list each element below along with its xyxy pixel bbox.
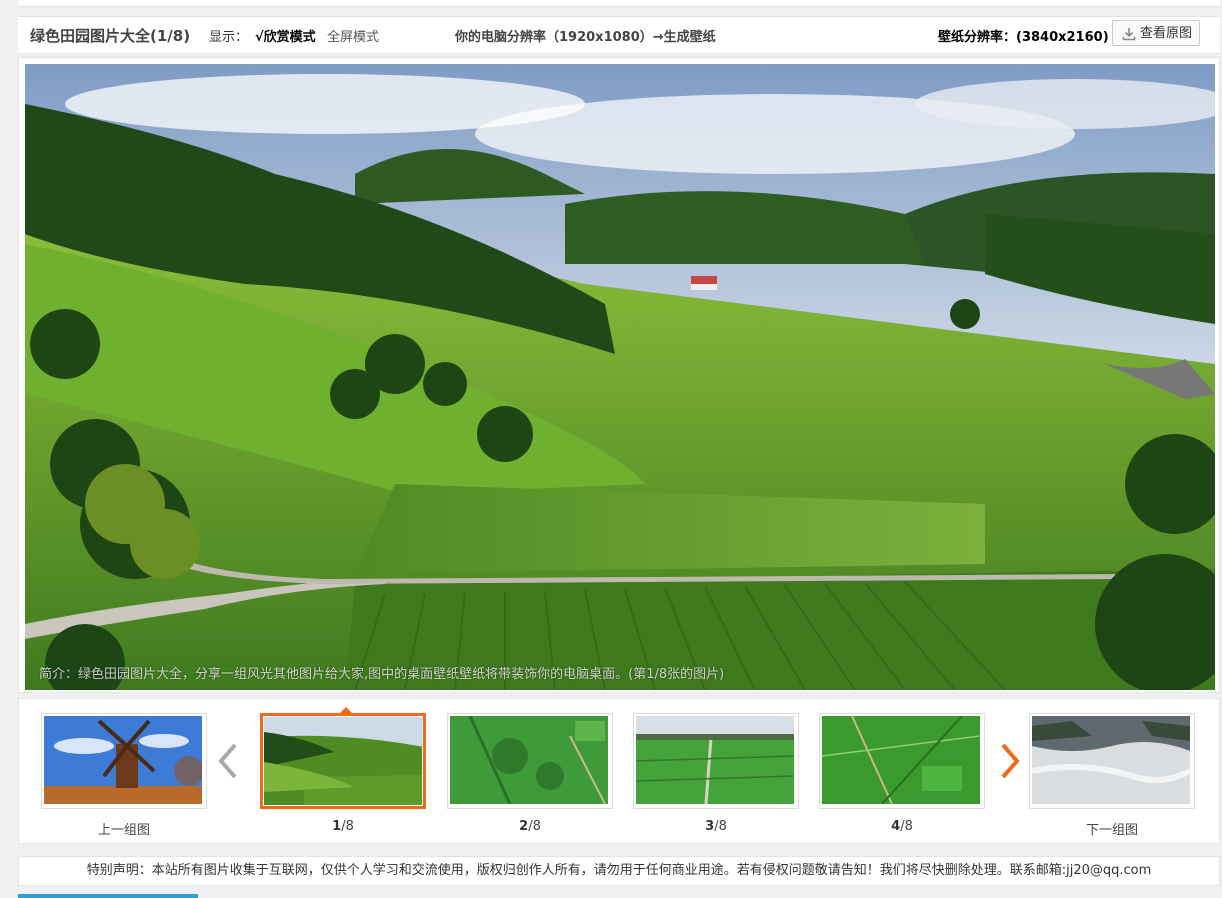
display-label: 显示： bbox=[209, 30, 249, 45]
view-original-button[interactable]: 查看原图 bbox=[1112, 20, 1200, 46]
prev-group-thumbnail[interactable] bbox=[41, 713, 207, 809]
bottom-accent-bar bbox=[18, 894, 198, 898]
image-toolbar: 绿色田园图片大全(1/8) 显示： √欣赏模式 全屏模式 你的电脑分辨率（192… bbox=[18, 16, 1220, 54]
download-icon bbox=[1122, 28, 1136, 41]
appreciate-mode-button[interactable]: √欣赏模式 bbox=[255, 26, 316, 45]
image-caption: 简介：绿色田园图片大全，分享一组风光其他图片给大家,图中的桌面壁纸壁纸将带装饰你… bbox=[39, 667, 725, 682]
gallery-title: 绿色田园图片大全(1/8) bbox=[30, 27, 191, 45]
thumbnail-1[interactable] bbox=[260, 713, 426, 809]
thumbnail-strip: 上一组图 1/8 2/8 3/8 4/8 下一组图 bbox=[18, 698, 1220, 844]
chevron-right-icon[interactable] bbox=[998, 742, 1022, 780]
top-divider bbox=[18, 0, 1220, 7]
next-group-thumbnail[interactable] bbox=[1029, 713, 1195, 809]
generate-wallpaper-link[interactable]: 你的电脑分辨率（1920x1080）→生成壁纸 bbox=[455, 26, 716, 45]
thumbnail-3[interactable] bbox=[633, 713, 799, 809]
thumbnail-4-label: 4/8 bbox=[891, 819, 913, 834]
thumbnail-3-label: 3/8 bbox=[705, 819, 727, 834]
wallpaper-resolution: 壁纸分辨率：(3840x2160) bbox=[938, 30, 1109, 45]
main-image-frame: 简介：绿色田园图片大全，分享一组风光其他图片给大家,图中的桌面壁纸壁纸将带装饰你… bbox=[18, 57, 1220, 693]
main-wallpaper-image[interactable]: 简介：绿色田园图片大全，分享一组风光其他图片给大家,图中的桌面壁纸壁纸将带装饰你… bbox=[25, 64, 1215, 690]
next-group-label[interactable]: 下一组图 bbox=[1029, 819, 1195, 838]
thumbnail-1-label: 1/8 bbox=[332, 819, 354, 834]
chevron-left-icon[interactable] bbox=[216, 742, 240, 780]
prev-group-label[interactable]: 上一组图 bbox=[41, 819, 207, 838]
view-original-label: 查看原图 bbox=[1140, 26, 1193, 41]
thumbnail-2[interactable] bbox=[447, 713, 613, 809]
thumbnail-2-label: 2/8 bbox=[519, 819, 541, 834]
thumbnail-4[interactable] bbox=[819, 713, 985, 809]
copyright-notice: 特别声明：本站所有图片收集于互联网，仅供个人学习和交流使用，版权归创作人所有，请… bbox=[18, 856, 1220, 886]
fullscreen-mode-button[interactable]: 全屏模式 bbox=[327, 26, 379, 45]
